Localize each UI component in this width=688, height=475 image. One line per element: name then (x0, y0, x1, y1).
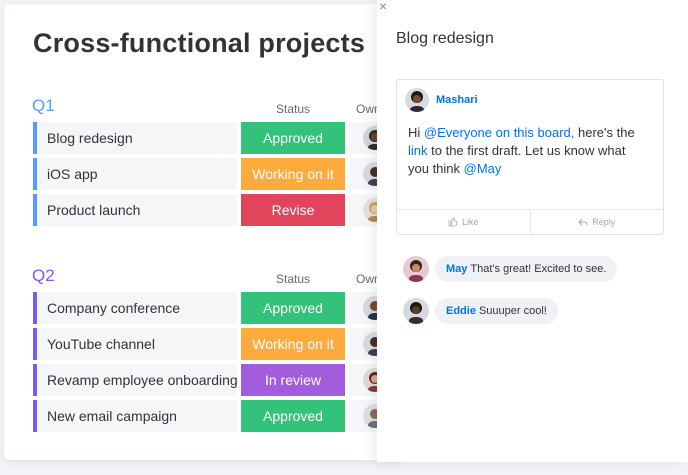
status-cell[interactable]: In review (241, 364, 345, 396)
item-name[interactable]: Company conference (33, 292, 237, 324)
group-title-q1[interactable]: Q1 (32, 96, 55, 116)
mention-link[interactable]: @Everyone on this board, (424, 125, 575, 140)
avatar[interactable] (403, 256, 429, 282)
status-cell[interactable]: Working on it (241, 328, 345, 360)
panel-title: Blog redesign (396, 30, 494, 47)
table-row[interactable]: Blog redesign Approved (33, 122, 404, 154)
reply-button[interactable]: Reply (529, 210, 664, 234)
item-name[interactable]: Product launch (33, 194, 237, 226)
update-body: Hi @Everyone on this board, here's the l… (408, 124, 648, 178)
item-name[interactable]: Revamp employee onboarding (33, 364, 237, 396)
item-detail-panel: × Blog redesign Mashari Hi @Everyone on … (377, 0, 688, 462)
status-cell[interactable]: Working on it (241, 158, 345, 190)
update-actions: Like Reply (397, 209, 663, 234)
table-row[interactable]: Company conference Approved (33, 292, 404, 324)
reply-bubble: May That's great! Excited to see. (435, 256, 618, 282)
status-cell[interactable]: Approved (241, 400, 345, 432)
reply-bubble: Eddie Suuuper cool! (435, 298, 558, 324)
reply-author[interactable]: Eddie (446, 305, 476, 317)
update-text: Hi (408, 125, 424, 140)
table-row[interactable]: New email campaign Approved (33, 400, 404, 432)
item-name[interactable]: YouTube channel (33, 328, 237, 360)
column-header-status[interactable]: Status (276, 272, 310, 286)
table-row[interactable]: Product launch Revise (33, 194, 404, 226)
close-icon[interactable]: × (379, 0, 387, 14)
update-text: here's the (574, 125, 635, 140)
reply-text: That's great! Excited to see. (470, 263, 607, 275)
table-row[interactable]: YouTube channel Working on it (33, 328, 404, 360)
column-header-status[interactable]: Status (276, 102, 310, 116)
reply-arrow-icon (578, 218, 588, 226)
board: Cross-functional projects Q1 Status Own … (4, 4, 404, 460)
status-cell[interactable]: Revise (241, 194, 345, 226)
like-button[interactable]: Like (397, 210, 530, 234)
avatar[interactable] (403, 298, 429, 324)
avatar[interactable] (405, 88, 429, 112)
reply-author[interactable]: May (446, 263, 467, 275)
thumbs-up-icon (448, 217, 458, 227)
link[interactable]: link (408, 143, 428, 158)
status-cell[interactable]: Approved (241, 122, 345, 154)
like-label: Like (461, 217, 479, 227)
item-name[interactable]: iOS app (33, 158, 237, 190)
update-text: to the first draft. Let us know what you… (408, 143, 626, 176)
board-title: Cross-functional projects (33, 28, 366, 58)
reply-text: Suuuper cool! (478, 305, 547, 317)
item-name[interactable]: New email campaign (33, 400, 237, 432)
update-card: Mashari Hi @Everyone on this board, here… (396, 79, 664, 235)
table-row[interactable]: Revamp employee onboarding In review (33, 364, 404, 396)
update-author[interactable]: Mashari (436, 94, 478, 106)
group-title-q2[interactable]: Q2 (32, 266, 55, 286)
item-name[interactable]: Blog redesign (33, 122, 237, 154)
status-cell[interactable]: Approved (241, 292, 345, 324)
table-row[interactable]: iOS app Working on it (33, 158, 404, 190)
mention-link[interactable]: @May (464, 161, 502, 176)
reply-label: Reply (592, 217, 616, 227)
